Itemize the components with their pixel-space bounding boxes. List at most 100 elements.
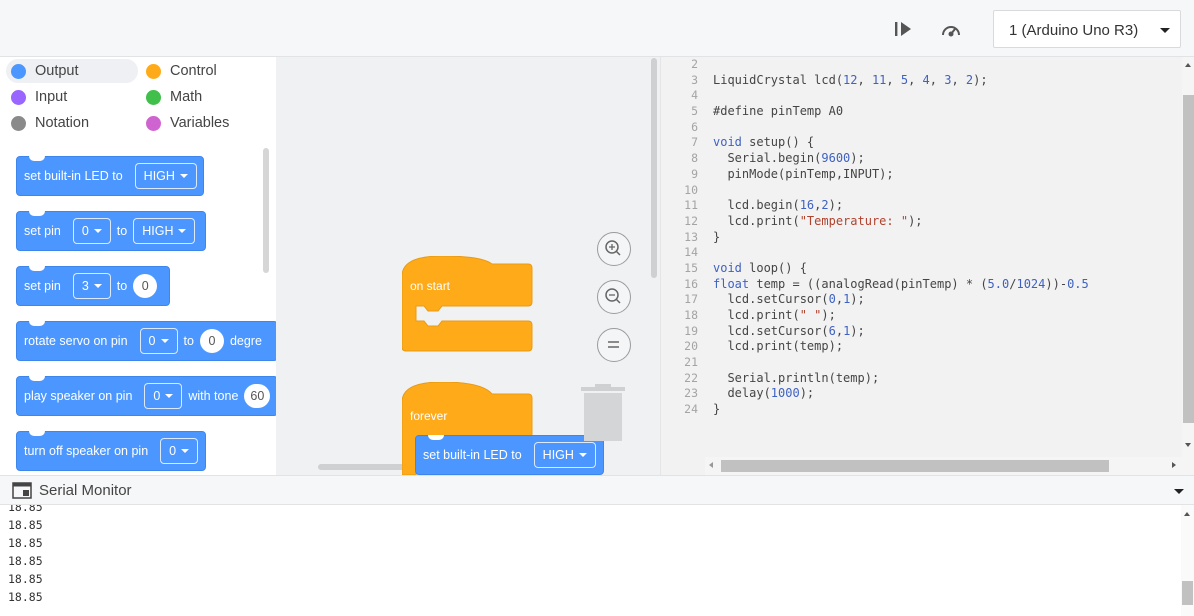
line-number: 3 xyxy=(691,72,698,87)
code-line: LiquidCrystal lcd(12, 11, 5, 4, 3, 2); xyxy=(713,72,988,87)
block-notch xyxy=(29,211,45,216)
serial-line: 18.85 xyxy=(8,518,43,532)
code-line: delay(1000); xyxy=(713,386,815,401)
line-number: 6 xyxy=(691,119,698,134)
editor-vertical-scrollbar[interactable] xyxy=(1182,57,1194,457)
dropdown-value: 0 xyxy=(81,224,89,238)
category-input[interactable]: Input xyxy=(11,85,67,109)
pin-dropdown[interactable]: 0 xyxy=(72,218,111,244)
board-select[interactable]: 1 (Arduino Uno R3) xyxy=(993,10,1181,48)
led-value-dropdown[interactable]: HIGH xyxy=(533,442,596,468)
block-play-speaker[interactable]: play speaker on pin 0 with tone 60 xyxy=(16,376,276,416)
code-line: lcd.setCursor(0,1); xyxy=(713,292,865,307)
on-start-label: on start xyxy=(410,279,451,293)
category-variables[interactable]: Variables xyxy=(146,111,229,135)
code-editor[interactable]: 2 3 4 5 6 7 8 9 10 11 12 13 14 15 16 17 18 19 20 21 22 23 24 L… xyxy=(660,57,1194,475)
block-rotate-servo[interactable]: rotate servo on pin 0 to 0 degre xyxy=(16,321,276,361)
block-workspace[interactable]: on start forever set built-in LED to HIG… xyxy=(276,57,660,475)
workspace-set-builtin-led-block[interactable]: set built-in LED to HIGH xyxy=(415,435,604,475)
serial-scroll-thumb[interactable] xyxy=(1182,581,1193,605)
serial-monitor-output: 18.85 18.85 18.85 18.85 18.85 18.85 xyxy=(0,505,1194,616)
value-input[interactable]: 0 xyxy=(199,329,224,353)
line-number: 18 xyxy=(684,308,698,322)
dropdown-arrow-icon xyxy=(93,284,102,288)
line-number: 14 xyxy=(684,245,698,260)
zoom-out-icon xyxy=(605,288,621,304)
code-line: } xyxy=(713,229,721,244)
category-control[interactable]: Control xyxy=(146,59,217,83)
line-number: 11 xyxy=(684,198,698,213)
block-set-pin-digital[interactable]: set pin 0 to HIGH xyxy=(16,211,206,251)
line-number-gutter: 2 3 4 5 6 7 8 9 10 11 12 13 14 15 16 17 18 19 20 21 22 23 24 xyxy=(661,57,701,457)
line-number: 5 xyxy=(691,104,698,119)
block-set-pin-analog[interactable]: set pin 3 to 0 xyxy=(16,266,170,306)
scroll-left-icon[interactable] xyxy=(709,462,713,468)
code-line: void loop() { xyxy=(713,260,807,275)
on-start-block[interactable]: on start xyxy=(402,256,534,353)
block-text: with tone xyxy=(188,389,239,403)
trash-icon[interactable] xyxy=(581,384,625,442)
line-number: 21 xyxy=(684,355,698,370)
serial-line: 18.85 xyxy=(8,554,43,568)
value-input[interactable]: 0 xyxy=(133,274,158,298)
dropdown-arrow-icon xyxy=(578,453,587,457)
line-number: 9 xyxy=(691,166,698,181)
code-line: lcd.begin(16,2); xyxy=(713,198,844,213)
serial-monitor-icon xyxy=(12,482,32,499)
serial-scrollbar[interactable] xyxy=(1181,505,1194,616)
pin-dropdown[interactable]: 0 xyxy=(139,328,178,354)
line-number: 16 xyxy=(684,276,698,291)
pin-dropdown[interactable]: 0 xyxy=(144,383,183,409)
serial-line: 18.85 xyxy=(8,536,43,550)
speedometer-icon[interactable] xyxy=(940,21,962,39)
code-content[interactable]: LiquidCrystal lcd(12, 11, 5, 4, 3, 2); #d… xyxy=(713,57,1183,457)
led-value-dropdown[interactable]: HIGH xyxy=(134,163,197,189)
category-label: Input xyxy=(35,89,68,105)
code-line: #define pinTemp A0 xyxy=(713,104,844,119)
line-number: 8 xyxy=(691,151,698,166)
line-number: 2 xyxy=(691,57,698,71)
zoom-reset-button[interactable] xyxy=(597,328,631,362)
block-text: turn off speaker on pin xyxy=(24,444,149,458)
code-line: } xyxy=(713,402,721,417)
category-math[interactable]: Math xyxy=(146,85,202,109)
zoom-in-icon xyxy=(605,240,621,256)
category-notation[interactable]: Notation xyxy=(11,111,89,135)
block-text: to xyxy=(116,279,128,293)
chevron-down-icon[interactable] xyxy=(1174,489,1184,494)
scroll-down-icon[interactable] xyxy=(1185,443,1191,447)
scroll-right-icon[interactable] xyxy=(1172,462,1176,468)
zoom-in-button[interactable] xyxy=(597,232,631,266)
editor-horizontal-scrollbar[interactable] xyxy=(705,457,1194,475)
block-set-builtin-led[interactable]: set built-in LED to HIGH xyxy=(16,156,204,196)
serial-monitor-header[interactable]: Serial Monitor xyxy=(0,475,1194,505)
notation-dot-icon xyxy=(11,115,26,131)
scroll-up-icon[interactable] xyxy=(1185,63,1191,67)
pin-value-dropdown[interactable]: HIGH xyxy=(133,218,196,244)
scroll-up-icon[interactable] xyxy=(1184,512,1190,516)
toolbar: 1 (Arduino Uno R3) xyxy=(0,0,1194,57)
code-line: Serial.println(temp); xyxy=(713,370,880,385)
serial-line: 18.85 xyxy=(8,572,43,586)
dropdown-arrow-icon xyxy=(178,229,187,233)
block-turn-off-speaker[interactable]: turn off speaker on pin 0 xyxy=(16,431,206,471)
dropdown-value: 0 xyxy=(169,444,177,458)
pin-dropdown[interactable]: 3 xyxy=(72,273,111,299)
editor-horizontal-thumb[interactable] xyxy=(721,460,1109,472)
board-select-label: 1 (Arduino Uno R3) xyxy=(1009,22,1139,39)
pin-dropdown[interactable]: 0 xyxy=(160,438,199,464)
block-flyout: set built-in LED to HIGH set pin 0 to HI… xyxy=(0,143,276,475)
editor-vertical-thumb[interactable] xyxy=(1183,95,1194,423)
line-number: 7 xyxy=(691,135,698,150)
line-number: 10 xyxy=(684,182,698,197)
workspace-vertical-scrollbar[interactable] xyxy=(651,58,657,278)
zoom-out-button[interactable] xyxy=(597,280,631,314)
category-output[interactable]: Output xyxy=(6,59,138,83)
flyout-scrollbar[interactable] xyxy=(263,148,269,273)
block-text: rotate servo on pin xyxy=(24,334,128,348)
value-input[interactable]: 60 xyxy=(244,384,271,408)
step-forward-icon[interactable] xyxy=(893,20,915,38)
